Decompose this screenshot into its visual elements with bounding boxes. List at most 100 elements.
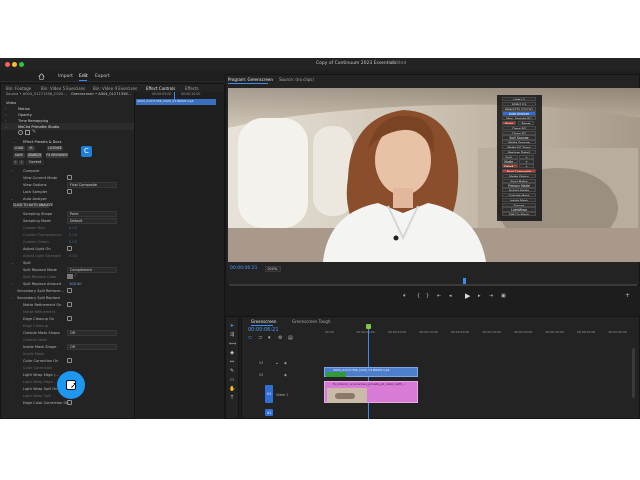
overlay-item[interactable]: Final Matte [502, 178, 536, 183]
sequence-label[interactable]: Greenscreen • A004_01271356... [71, 92, 131, 97]
track-v2-label[interactable]: V2 [259, 373, 263, 377]
color-correction-checkbox[interactable] [67, 358, 72, 363]
add-marker-timeline-icon[interactable]: ▾ [268, 336, 271, 341]
row-secondary-spill-replace[interactable]: › Secondary Spill Replace [1, 294, 134, 301]
overlay-item[interactable]: Matte Sponge [502, 140, 536, 145]
outside-mask-shape-dropdown[interactable]: Off [67, 329, 117, 336]
program-scrub-bar[interactable] [229, 284, 637, 286]
effect-clip-bar[interactable]: A004_01271356_C020_V1.BRAW.mp4 [136, 99, 216, 105]
overlay-item[interactable]: PRIMATTE STUDIO [502, 106, 536, 111]
effect-presets[interactable]: ⌄ Effect Presets & Docs [1, 138, 134, 145]
fx-primatte-studio[interactable]: ⌄ MoCha Primatte Studio [1, 123, 134, 130]
timeline-settings-icon[interactable]: ⚙ [278, 336, 282, 341]
overlay-side-matte-plus[interactable]: + [519, 159, 534, 164]
step-back-icon[interactable]: ◂ [449, 294, 452, 299]
track-select-tool-icon[interactable]: ⇶ [229, 332, 235, 338]
step-forward-icon[interactable]: ▸ [478, 294, 481, 299]
zoom-dropdown[interactable]: 100% [265, 266, 281, 272]
tab-bin-video4[interactable]: Bin: Video 4 Exercises [93, 86, 137, 91]
overlay-item[interactable]: Hide UI [502, 97, 536, 102]
timeline-vertical-scrollbar[interactable] [632, 348, 635, 398]
captions-icon[interactable]: ▤ [288, 336, 293, 341]
play-icon[interactable]: ▶ [465, 293, 470, 300]
rectangle-mask-icon[interactable] [25, 130, 30, 135]
tab-effects[interactable]: Effects [185, 86, 199, 91]
row-spill[interactable]: ⌄ Spill [1, 259, 134, 266]
video-frame[interactable] [228, 88, 640, 262]
pen-mask-icon[interactable]: ✎ [32, 130, 36, 135]
track-v2-eye-icon[interactable]: ◉ [284, 373, 287, 377]
effect-playhead[interactable] [174, 92, 175, 100]
spill-color-swatch[interactable] [67, 274, 73, 279]
overlay-item[interactable]: Clean FG [502, 130, 536, 135]
mark-out-icon[interactable]: } [426, 294, 429, 299]
next-preset-button[interactable]: › [19, 160, 24, 165]
razor-tool-icon[interactable]: ◆ [229, 350, 235, 356]
track-a1-label[interactable]: A1 [267, 411, 271, 415]
overlay-item[interactable]: Restore Detail [502, 149, 536, 154]
fx-browser-button[interactable]: FX BROWSER [46, 153, 68, 158]
adjust-light-checkbox[interactable] [67, 246, 72, 251]
overlay-item[interactable]: Matte Status [502, 173, 536, 178]
menu-import[interactable]: Import [58, 74, 73, 79]
overlay-item[interactable]: Diff On Black [502, 212, 536, 217]
selection-tool-icon[interactable]: ➤ [229, 323, 235, 329]
export-frame-icon[interactable]: ▣ [501, 294, 506, 299]
overlay-item[interactable]: Source [502, 202, 536, 207]
hand-tool-icon[interactable]: ✋ [229, 386, 235, 392]
auto-analyze-button[interactable]: CLICK TO AUTO ANALYZE [13, 203, 53, 208]
matte-refinement-checkbox[interactable] [67, 302, 72, 307]
tab-bin-footage[interactable]: Bin: Footage [6, 86, 31, 91]
overlay-item[interactable]: Auto Analyze [502, 111, 536, 116]
view-options-dropdown[interactable]: Final Composite [67, 181, 117, 188]
overlay-item[interactable]: Final Composite [502, 169, 536, 174]
inside-mask-shape-dropdown[interactable]: Off [67, 343, 117, 350]
save-button[interactable]: SAVE [13, 153, 25, 158]
search-button[interactable]: SEARCH [27, 153, 42, 158]
view-current-mode-checkbox[interactable] [67, 175, 72, 180]
timeline-timecode[interactable]: 00:00:06:21 [248, 328, 279, 333]
mark-in-icon[interactable]: { [417, 294, 420, 299]
program-playhead[interactable] [463, 278, 466, 284]
spill-replace-mode-dropdown[interactable]: Complement [67, 266, 117, 273]
track-v1-label[interactable]: V1 [267, 392, 271, 396]
menu-export[interactable]: Export [95, 74, 110, 79]
minimize-window-icon[interactable] [12, 62, 17, 67]
clip-background[interactable]: fx_Interior_a_luxurious_private_jet_cabi… [324, 381, 418, 403]
source-label[interactable]: Source • A004_01271356_C020... [6, 92, 67, 97]
go-to-in-icon[interactable]: ⇤ [437, 294, 441, 299]
overlay-item[interactable]: Detail – [502, 164, 518, 169]
row-auto-analyze[interactable]: ⌄ Auto Analyze [1, 195, 134, 202]
tab-timeline-tough[interactable]: Greenscreen Tough [292, 319, 331, 324]
sampling-shape-dropdown[interactable]: Point [67, 210, 117, 217]
program-timecode[interactable]: 00:00:06:21 [230, 266, 257, 272]
menu-edit[interactable]: Edit [79, 74, 88, 79]
pen-tool-icon[interactable]: ✎ [229, 368, 235, 374]
overlay-item[interactable]: Spill – [502, 154, 518, 159]
overlay-side-point[interactable]: Point [502, 121, 516, 126]
linked-selection-icon[interactable]: ⊃ [258, 336, 262, 341]
row-compare[interactable]: › Compare [1, 167, 134, 174]
lock-sampler-checkbox[interactable] [67, 189, 72, 194]
overlay-item[interactable]: Outside Mask [502, 193, 536, 198]
home-icon[interactable] [38, 73, 45, 80]
current-preset[interactable]: Current [26, 160, 44, 165]
is-button[interactable]: IS [27, 146, 35, 151]
tab-program[interactable]: Program: Greenscreen [228, 77, 273, 82]
tab-effect-controls[interactable]: Effect Controls [146, 86, 175, 91]
sampling-mode-dropdown[interactable]: Default [67, 217, 117, 224]
track-v3-eye-icon[interactable]: ◉ [284, 361, 287, 365]
overlay-side-detail-plus[interactable]: + [519, 164, 534, 169]
overlay-item[interactable]: Man. Sample BG [502, 116, 536, 121]
prev-preset-button[interactable]: ‹ [13, 160, 18, 165]
license-button[interactable]: LICENSE [47, 146, 63, 151]
tab-source[interactable]: Source: (no clips) [279, 77, 314, 82]
clip-greenscreen[interactable]: A004_01271356_C020_V1.BRAW.mp4 [324, 367, 418, 377]
overlay-item[interactable]: Primary Matte [502, 183, 536, 188]
overlay-item[interactable]: Clean BG [502, 125, 536, 130]
overlay-item[interactable]: Inside Mask [502, 197, 536, 202]
rectangle-tool-icon[interactable]: ▭ [229, 377, 235, 383]
edge-cleanup-checkbox[interactable] [67, 316, 72, 321]
add-marker-icon[interactable]: ▾ [403, 294, 406, 299]
type-tool-icon[interactable]: T [229, 395, 235, 401]
